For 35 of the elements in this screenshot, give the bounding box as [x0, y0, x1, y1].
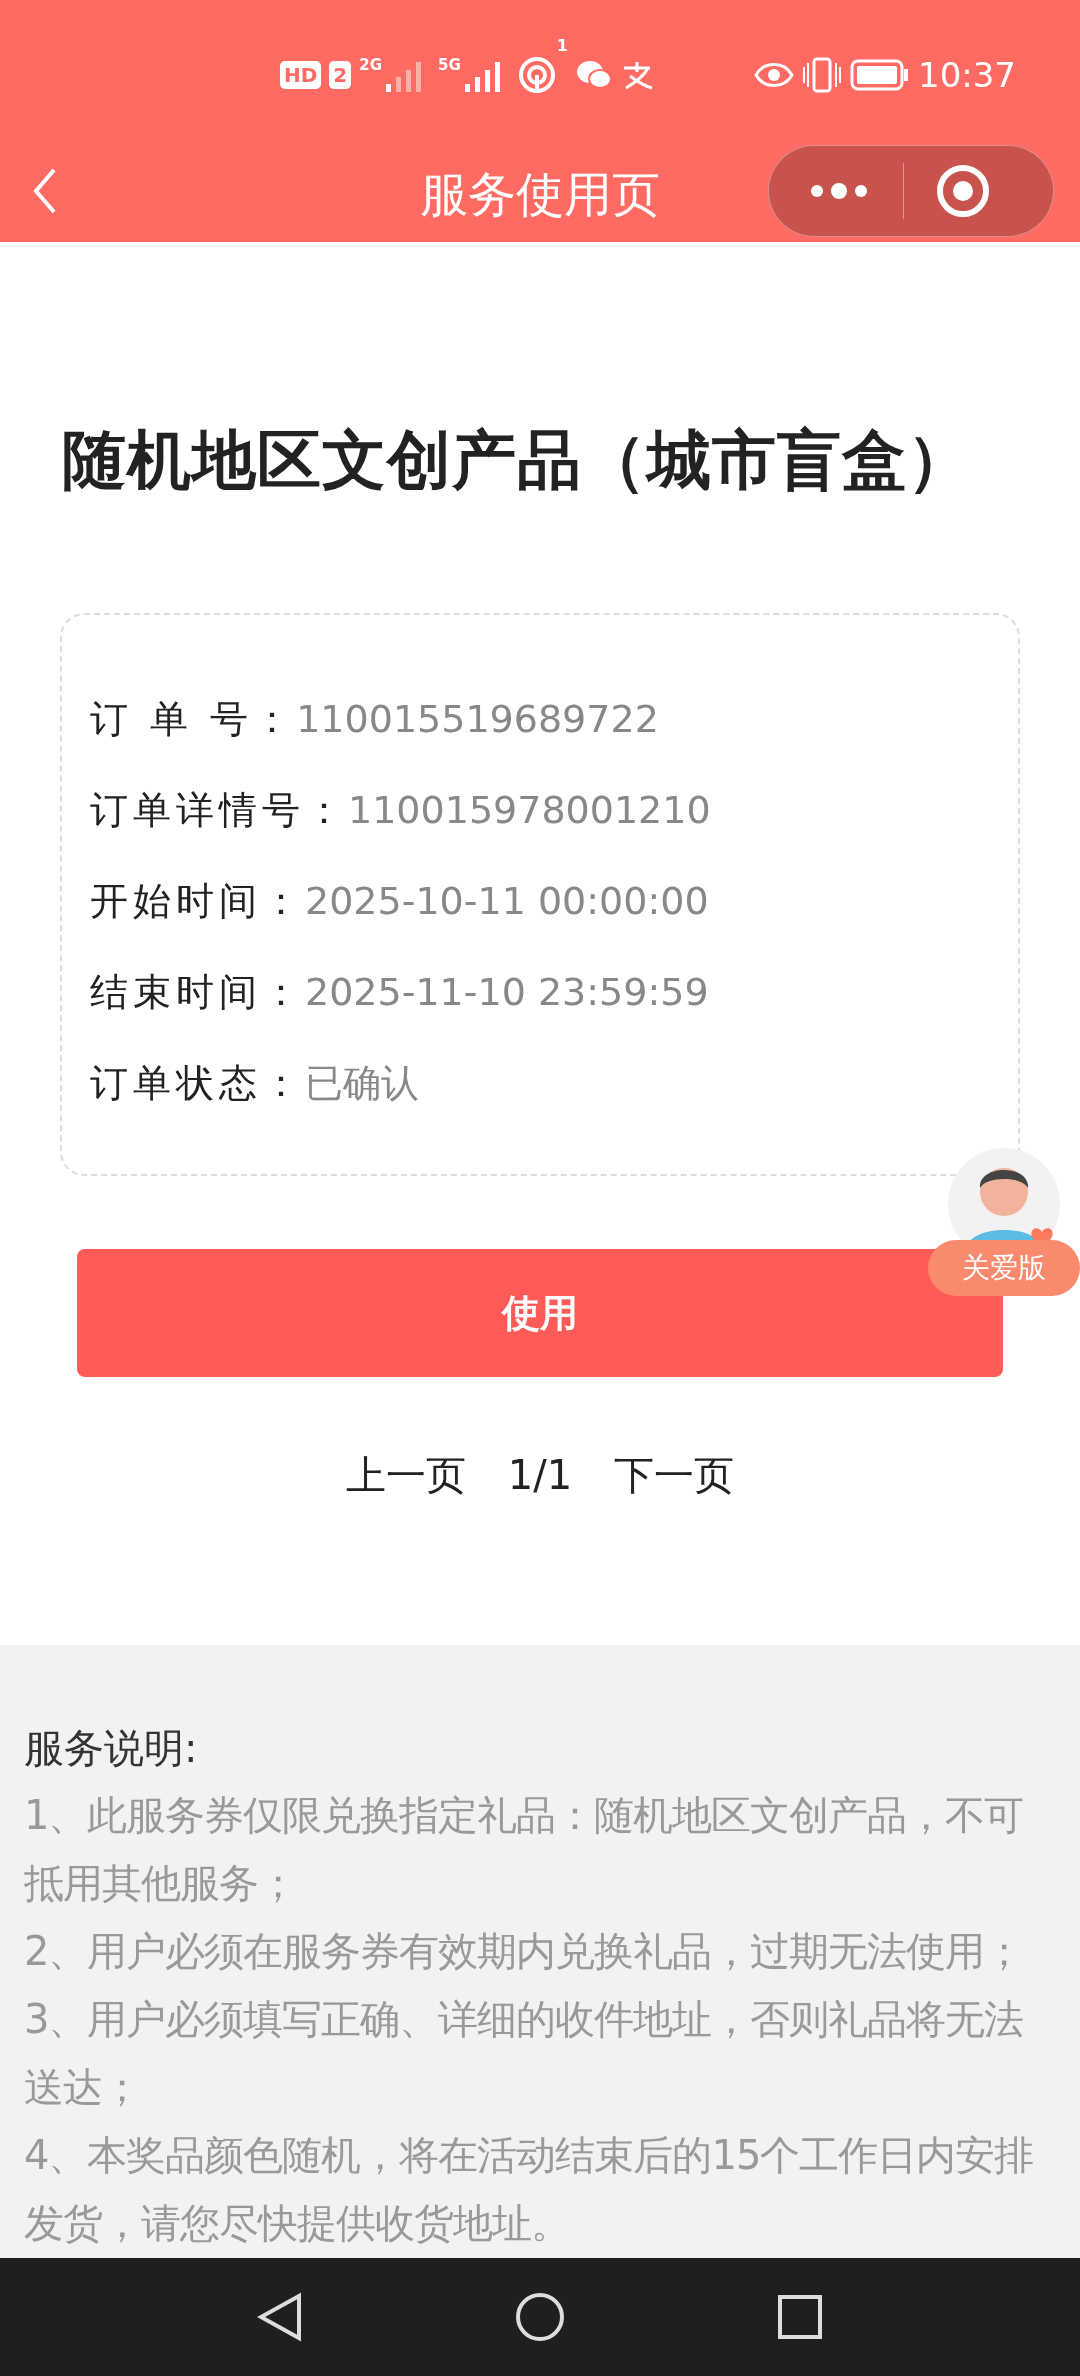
hd-badge: 2	[329, 61, 352, 89]
network-label: 5G	[438, 58, 461, 73]
prev-page-link[interactable]: 上一页	[345, 1445, 466, 1505]
page-title: 服务使用页	[419, 165, 661, 224]
hotspot-icon	[516, 55, 557, 95]
field-label: 订 单 号：	[90, 696, 297, 743]
hd-badge: HD	[280, 61, 322, 89]
close-icon[interactable]	[936, 164, 990, 218]
field-value: 2025-11-10 23:59:59	[305, 969, 709, 1016]
vibrate-icon	[802, 57, 842, 93]
field-label: 开始时间：	[90, 878, 305, 925]
field-label: 结束时间：	[90, 969, 305, 1016]
battery-icon	[850, 59, 910, 91]
field-value: 已确认	[305, 1060, 419, 1107]
field-value: 110015978001210	[348, 787, 711, 834]
field-label: 订单状态：	[90, 1060, 305, 1107]
next-page-link[interactable]: 下一页	[614, 1445, 735, 1505]
field-value: 2025-10-11 00:00:00	[305, 878, 709, 925]
notes-text: 2、用户必须在服务券有效期内兑换礼品，过期无法使用；	[24, 1927, 1025, 1976]
field-label: 订单详情号：	[90, 787, 348, 834]
notes-text: 4、本奖品颜色随机，将在活动结束后的15个工作日内安排发货，请您尽快提供收货地址。	[24, 2131, 1035, 2248]
page-indicator: 1/1	[507, 1451, 573, 1500]
product-title: 随机地区文创产品（城市盲盒）	[62, 422, 973, 499]
eye-icon	[754, 61, 794, 89]
back-icon[interactable]	[257, 2292, 303, 2342]
clock-time: 10:37	[918, 53, 1016, 97]
home-icon[interactable]	[515, 2292, 565, 2342]
network-label: 2G	[359, 58, 382, 73]
more-icon[interactable]	[809, 181, 869, 201]
field-value: 110015519689722	[296, 696, 659, 743]
notes-text: 1、此服务券仅限兑换指定礼品：随机地区文创产品，不可抵用其他服务；	[24, 1791, 1025, 1908]
hotspot-count: 1	[556, 38, 568, 54]
notes-text: 3、用户必须填写正确、详细的收件地址，否则礼品将无法送达；	[24, 1995, 1025, 2112]
recents-icon[interactable]	[777, 2294, 823, 2340]
notes-heading: 服务说明:	[24, 1724, 199, 1773]
